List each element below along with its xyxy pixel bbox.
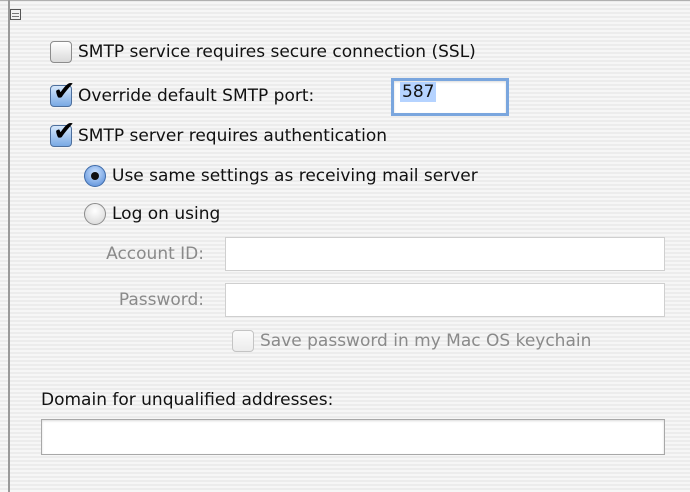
smtp-port-value: 587 [400, 82, 437, 102]
account-id-label: Account ID: [106, 244, 204, 264]
smtp-settings-panel: SMTP service requires secure connection … [0, 0, 690, 492]
smtp-port-field[interactable]: 587 [391, 78, 509, 116]
account-id-field[interactable] [225, 237, 665, 271]
keychain-label: Save password in my Mac OS keychain [260, 331, 592, 351]
password-label: Password: [118, 290, 204, 310]
collapse-grip-icon[interactable] [10, 9, 21, 20]
domain-label-row: Domain for unqualified addresses: [41, 390, 333, 410]
panel-top-border [0, 0, 690, 1]
account-id-label-row: Account ID: [80, 244, 204, 264]
checkmark-icon: ✔ [53, 116, 76, 147]
same-settings-label: Use same settings as receiving mail serv… [112, 166, 478, 186]
radio-same-settings-row[interactable]: Use same settings as receiving mail serv… [84, 165, 478, 187]
radio-logon-using[interactable] [84, 203, 106, 225]
ssl-label: SMTP service requires secure connection … [78, 42, 476, 62]
panel-left-border [8, 0, 10, 492]
ssl-checkbox-row[interactable]: SMTP service requires secure connection … [50, 41, 476, 63]
domain-field[interactable] [41, 419, 665, 455]
radio-same-settings[interactable] [84, 165, 106, 187]
keychain-checkbox-row[interactable]: Save password in my Mac OS keychain [232, 330, 591, 352]
auth-checkbox-row[interactable]: ✔ SMTP server requires authentication [50, 118, 387, 147]
radio-logon-row[interactable]: Log on using [84, 203, 220, 225]
auth-checkbox[interactable]: ✔ [50, 118, 76, 147]
domain-label: Domain for unqualified addresses: [41, 390, 334, 410]
override-port-checkbox[interactable]: ✔ [50, 78, 76, 107]
ssl-checkbox[interactable] [50, 41, 72, 63]
auth-label: SMTP server requires authentication [78, 126, 387, 146]
keychain-checkbox[interactable] [232, 330, 254, 352]
override-port-row[interactable]: ✔ Override default SMTP port: [50, 78, 315, 107]
override-port-label: Override default SMTP port: [78, 86, 315, 106]
radio-dot-icon [91, 172, 99, 180]
password-label-row: Password: [80, 290, 204, 310]
checkmark-icon: ✔ [53, 76, 76, 107]
logon-label: Log on using [112, 204, 221, 224]
password-field[interactable] [225, 283, 665, 317]
